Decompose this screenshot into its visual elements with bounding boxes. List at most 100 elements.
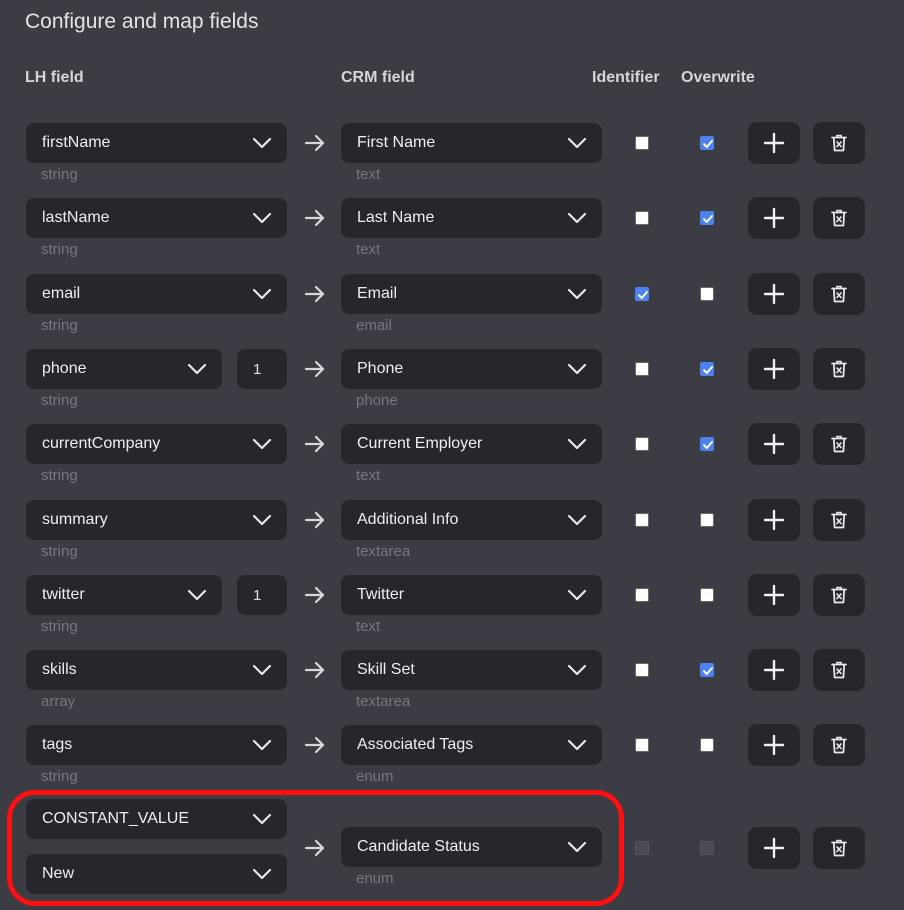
index-input[interactable]: 1 [237,349,287,389]
identifier-checkbox[interactable] [635,513,649,527]
trash-icon [831,586,847,604]
lh-field-select[interactable]: email [26,274,287,314]
lh-field-value: firstName [42,134,111,151]
crm-field-type: text [356,241,381,258]
lh-field-select[interactable]: currentCompany [26,424,287,464]
add-button[interactable] [748,724,800,766]
lh-field-value: summary [42,511,108,528]
crm-field-value: Last Name [357,209,435,226]
delete-button[interactable] [813,499,865,541]
lh-field-value: twitter [42,586,85,603]
identifier-checkbox[interactable] [635,362,649,376]
lh-field-select[interactable]: lastName [26,198,287,238]
delete-button[interactable] [813,197,865,239]
add-button[interactable] [748,574,800,616]
overwrite-checkbox[interactable] [700,663,714,677]
lh-field-select[interactable]: twitter [26,575,222,615]
delete-button[interactable] [813,348,865,390]
arrow-right-icon [303,359,327,379]
add-button[interactable] [748,122,800,164]
add-button[interactable] [748,423,800,465]
delete-button[interactable] [813,273,865,315]
delete-button[interactable] [813,574,865,616]
trash-icon [831,511,847,529]
delete-button[interactable] [813,122,865,164]
lh-field-type: string [41,467,78,484]
lh-field-select[interactable]: firstName [26,123,287,163]
crm-field-select[interactable]: Twitter [341,575,602,615]
overwrite-checkbox[interactable] [700,588,714,602]
crm-field-value: First Name [357,134,436,151]
overwrite-checkbox[interactable] [700,287,714,301]
crm-field-select[interactable]: First Name [341,123,602,163]
add-button[interactable] [748,348,800,390]
arrow-right-icon [303,660,327,680]
add-button[interactable] [748,827,800,869]
arrow-right-icon [303,133,327,153]
overwrite-checkbox[interactable] [700,437,714,451]
index-input[interactable]: 1 [237,575,287,615]
header-overwrite: Overwrite [681,69,755,86]
lh-field-value: currentCompany [42,435,161,452]
overwrite-checkbox[interactable] [700,136,714,150]
crm-field-select[interactable]: Email [341,274,602,314]
lh-field-type: string [41,166,78,183]
crm-field-type: enum [356,768,394,785]
crm-field-select[interactable]: Additional Info [341,500,602,540]
lh-field-select[interactable]: phone [26,349,222,389]
plus-icon [763,358,785,380]
crm-field-select[interactable]: Skill Set [341,650,602,690]
lh-field-select[interactable]: tags [26,725,287,765]
crm-field-type: text [356,618,381,635]
crm-field-select[interactable]: Current Employer [341,424,602,464]
identifier-checkbox[interactable] [635,437,649,451]
crm-field-value: Skill Set [357,661,415,678]
chevron-down-icon [567,363,587,375]
identifier-checkbox[interactable] [635,287,649,301]
plus-icon [763,433,785,455]
delete-button[interactable] [813,827,865,869]
lh-field-value: lastName [42,209,110,226]
lh-field-type: string [41,241,78,258]
chevron-down-icon [567,137,587,149]
delete-button[interactable] [813,423,865,465]
identifier-checkbox[interactable] [635,211,649,225]
index-value: 1 [253,586,262,604]
lh-field-type: string [41,543,78,560]
add-button[interactable] [748,499,800,541]
trash-icon [831,661,847,679]
identifier-checkbox[interactable] [635,663,649,677]
plus-icon [763,837,785,859]
chevron-down-icon [567,212,587,224]
plus-icon [763,734,785,756]
delete-button[interactable] [813,724,865,766]
plus-icon [763,207,785,229]
lh-field-type: string [41,768,78,785]
delete-button[interactable] [813,649,865,691]
add-button[interactable] [748,649,800,691]
identifier-checkbox[interactable] [635,136,649,150]
add-button[interactable] [748,197,800,239]
crm-field-select[interactable]: Last Name [341,198,602,238]
identifier-checkbox[interactable] [635,738,649,752]
lh-field-value: tags [42,736,73,753]
crm-field-select[interactable]: Associated Tags [341,725,602,765]
arrow-right-icon [303,434,327,454]
overwrite-checkbox [700,841,714,855]
overwrite-checkbox[interactable] [700,513,714,527]
identifier-checkbox[interactable] [635,588,649,602]
header-identifier: Identifier [592,69,660,86]
trash-icon [831,435,847,453]
overwrite-checkbox[interactable] [700,362,714,376]
add-button[interactable] [748,273,800,315]
lh-field-type: string [41,618,78,635]
crm-field-select[interactable]: Phone [341,349,602,389]
arrow-right-icon [303,585,327,605]
header-crm-field: CRM field [341,69,415,86]
page-title: Configure and map fields [25,10,259,33]
overwrite-checkbox[interactable] [700,738,714,752]
lh-field-select[interactable]: skills [26,650,287,690]
lh-field-select[interactable]: summary [26,500,287,540]
overwrite-checkbox[interactable] [700,211,714,225]
lh-field-type: array [41,693,76,710]
